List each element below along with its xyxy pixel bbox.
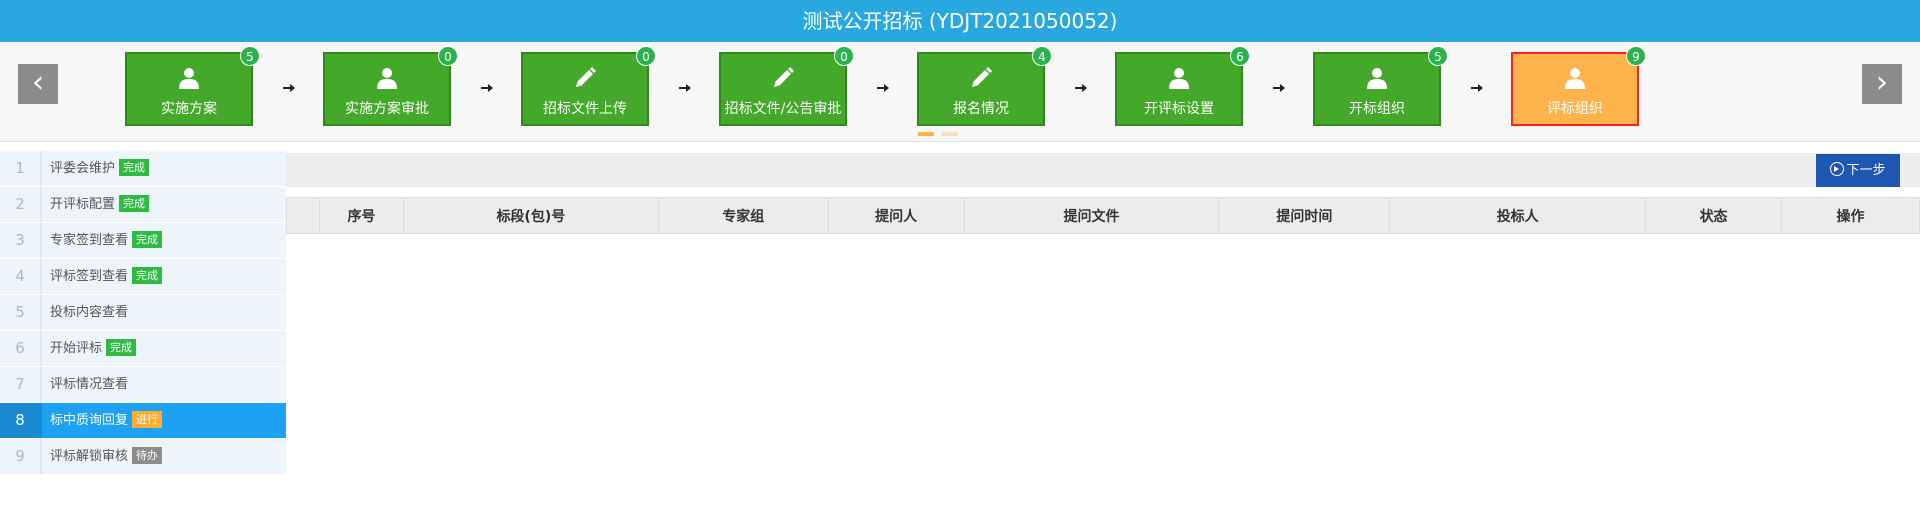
user-icon bbox=[1117, 66, 1241, 90]
sidebar-item-number: 2 bbox=[0, 187, 42, 222]
step-count-badge: 4 bbox=[1032, 46, 1052, 66]
sidebar: 1 评委会维护 完成 2 开评标配置 完成 3 专家签到查看 完成 4 评标签到查看 完成 5 投标内容查… bbox=[0, 151, 286, 475]
arrow-circle-icon bbox=[1830, 162, 1845, 176]
status-badge: 完成 bbox=[106, 339, 137, 356]
column-header: 状态 bbox=[1645, 197, 1783, 234]
step-count-badge: 6 bbox=[1230, 46, 1250, 66]
step-count-badge: 0 bbox=[438, 46, 458, 66]
workflow-step-label: 招标文件/公告审批 bbox=[724, 101, 842, 117]
sidebar-item[interactable]: 9 评标解锁审核 待办 bbox=[0, 439, 286, 475]
pencil-icon bbox=[523, 66, 647, 90]
next-step-label: 下一步 bbox=[1846, 163, 1886, 178]
workflow-step[interactable]: 招标文件上传 0 bbox=[521, 46, 656, 126]
column-header: 操作 bbox=[1781, 197, 1920, 234]
status-badge: 完成 bbox=[132, 267, 163, 284]
column-header: 序号 bbox=[318, 197, 404, 234]
toolbar: 下一步 bbox=[286, 153, 1920, 187]
arrow-right-icon bbox=[1074, 80, 1088, 94]
arrow-right-icon bbox=[282, 80, 296, 94]
user-icon bbox=[1513, 66, 1637, 90]
workflow-step[interactable]: 开评标设置 6 bbox=[1115, 46, 1250, 126]
workflow-step[interactable]: 报名情况 4 bbox=[917, 46, 1052, 126]
sidebar-item-label: 评标情况查看 bbox=[50, 377, 129, 392]
sidebar-item[interactable]: 4 评标签到查看 完成 bbox=[0, 259, 286, 295]
arrow-right-icon bbox=[678, 80, 692, 94]
arrow-right-icon bbox=[876, 80, 890, 94]
sidebar-item-number: 6 bbox=[0, 331, 42, 366]
column-header: 提问文件 bbox=[963, 197, 1220, 234]
sidebar-item-label: 开始评标 bbox=[50, 341, 103, 356]
column-header: 标段(包)号 bbox=[402, 197, 659, 234]
sidebar-item-number: 1 bbox=[0, 151, 42, 186]
workflow-step-label: 实施方案 bbox=[161, 101, 217, 117]
workflow-step-label: 实施方案审批 bbox=[345, 101, 429, 117]
user-icon bbox=[325, 66, 449, 90]
workflow-step-label: 招标文件上传 bbox=[543, 101, 627, 117]
sidebar-item-label: 评标解锁审核 bbox=[50, 449, 129, 464]
column-header: 专家组 bbox=[657, 197, 829, 234]
sidebar-item-number: 9 bbox=[0, 439, 42, 474]
arrow-right-icon bbox=[1470, 80, 1484, 94]
prev-arrow-button[interactable]: ‹ bbox=[18, 64, 58, 104]
workflow-step[interactable]: 评标组织 9 bbox=[1511, 46, 1646, 126]
sidebar-item[interactable]: 5 投标内容查看 bbox=[0, 295, 286, 331]
sidebar-item[interactable]: 2 开评标配置 完成 bbox=[0, 187, 286, 223]
workflow-step[interactable]: 实施方案审批 0 bbox=[323, 46, 458, 126]
status-badge: 进行 bbox=[132, 411, 163, 428]
sidebar-item-label: 专家签到查看 bbox=[50, 233, 129, 248]
sidebar-item[interactable]: 8 标中质询回复 进行 bbox=[0, 403, 286, 439]
next-step-button[interactable]: 下一步 bbox=[1816, 154, 1900, 187]
sidebar-item[interactable]: 7 评标情况查看 bbox=[0, 367, 286, 403]
sidebar-item-number: 3 bbox=[0, 223, 42, 258]
workflow-step[interactable]: 实施方案 5 bbox=[125, 46, 260, 126]
workflow-step-label: 评标组织 bbox=[1547, 101, 1603, 117]
column-header bbox=[286, 197, 320, 234]
sidebar-item-label: 标中质询回复 bbox=[50, 413, 129, 428]
step-count-badge: 5 bbox=[1428, 46, 1448, 66]
question-table: 序号 标段(包)号 专家组 提问人 提问文件 提问时间 投标人 状态 操作 bbox=[286, 197, 1920, 234]
step-count-badge: 5 bbox=[240, 46, 260, 66]
sidebar-item-number: 7 bbox=[0, 367, 42, 402]
arrow-right-icon bbox=[1272, 80, 1286, 94]
status-badge: 完成 bbox=[119, 159, 150, 176]
workflow-step[interactable]: 招标文件/公告审批 0 bbox=[719, 46, 854, 126]
sidebar-item-label: 评委会维护 bbox=[50, 161, 116, 176]
page-title: 测试公开招标 (YDJT2021050052) bbox=[0, 0, 1920, 42]
arrow-right-icon bbox=[480, 80, 494, 94]
step-count-badge: 9 bbox=[1626, 46, 1646, 66]
sidebar-item-label: 评标签到查看 bbox=[50, 269, 129, 284]
workflow-step-label: 开标组织 bbox=[1349, 101, 1405, 117]
workflow-bar: ‹ 实施方案 5 实施方案审批 0 招标文件上传 0 招标文件/公告审批 0 报名情况 4 开评标设… bbox=[0, 42, 1920, 142]
pencil-icon bbox=[919, 66, 1043, 90]
workflow-step[interactable]: 开标组织 5 bbox=[1313, 46, 1448, 126]
sidebar-item-label: 开评标配置 bbox=[50, 197, 116, 212]
pager-dots bbox=[918, 132, 958, 136]
sidebar-item-number: 4 bbox=[0, 259, 42, 294]
column-header: 投标人 bbox=[1389, 197, 1647, 234]
sidebar-item-label: 投标内容查看 bbox=[50, 305, 129, 320]
column-header: 提问时间 bbox=[1218, 197, 1391, 234]
column-header: 提问人 bbox=[827, 197, 965, 234]
table-header-row: 序号 标段(包)号 专家组 提问人 提问文件 提问时间 投标人 状态 操作 bbox=[286, 197, 1920, 234]
sidebar-item[interactable]: 6 开始评标 完成 bbox=[0, 331, 286, 367]
next-arrow-button[interactable]: › bbox=[1862, 64, 1902, 104]
pager-dot-2[interactable] bbox=[942, 132, 958, 136]
user-icon bbox=[1315, 66, 1439, 90]
workflow-step-label: 报名情况 bbox=[953, 101, 1009, 117]
user-icon bbox=[127, 66, 251, 90]
sidebar-item[interactable]: 3 专家签到查看 完成 bbox=[0, 223, 286, 259]
step-count-badge: 0 bbox=[834, 46, 854, 66]
status-badge: 完成 bbox=[132, 231, 163, 248]
step-count-badge: 0 bbox=[636, 46, 656, 66]
workflow-step-label: 开评标设置 bbox=[1144, 101, 1214, 117]
pager-dot-1[interactable] bbox=[918, 132, 934, 136]
sidebar-item[interactable]: 1 评委会维护 完成 bbox=[0, 151, 286, 187]
sidebar-item-number: 5 bbox=[0, 295, 42, 330]
status-badge: 待办 bbox=[132, 447, 163, 464]
pencil-icon bbox=[721, 66, 845, 90]
status-badge: 完成 bbox=[119, 195, 150, 212]
sidebar-item-number: 8 bbox=[0, 403, 42, 438]
